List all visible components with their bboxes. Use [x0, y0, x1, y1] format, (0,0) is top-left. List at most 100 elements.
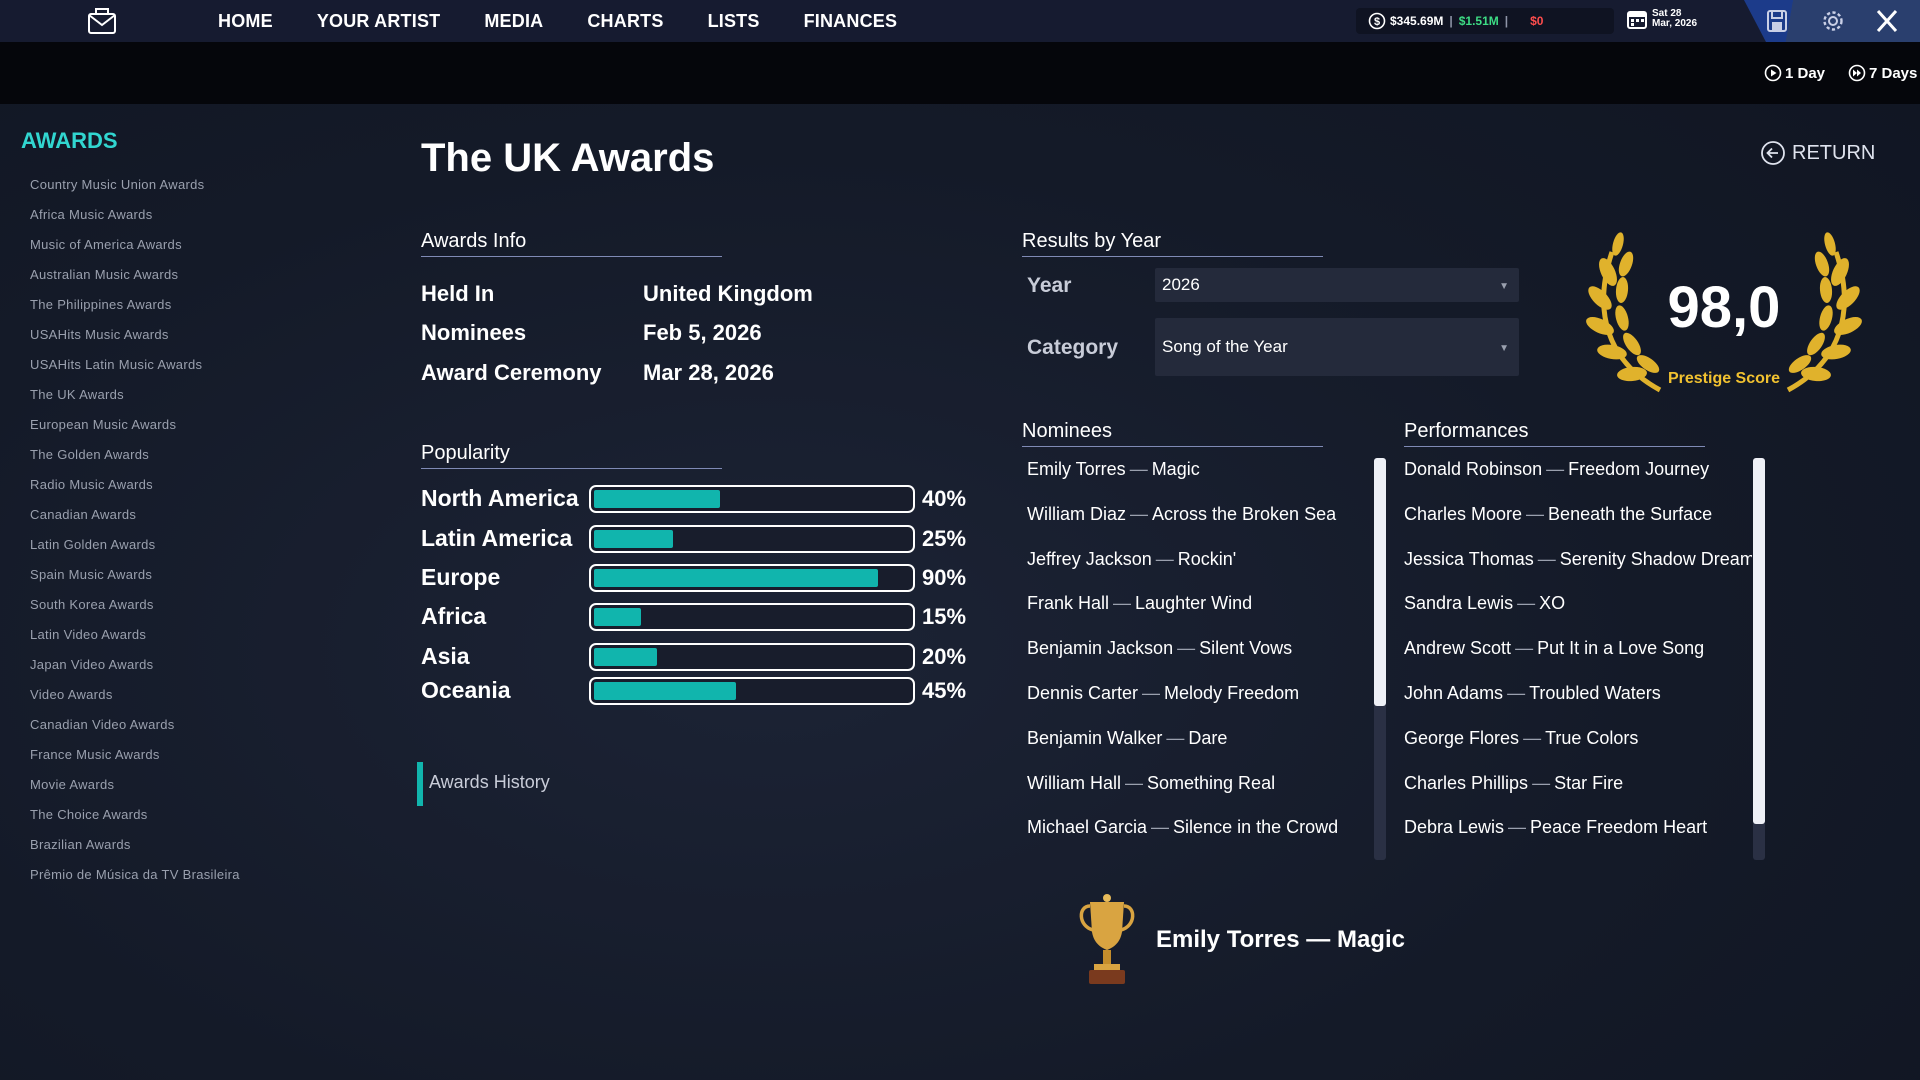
fast-forward-icon [1848, 64, 1866, 82]
separator-dash: — [1526, 503, 1545, 524]
list-item[interactable]: Benjamin Jackson — Silent Vows [1027, 637, 1367, 682]
separator-dash: — [1130, 503, 1148, 524]
chevron-down-icon: ▼ [1499, 281, 1509, 292]
year-value: 2026 [1162, 275, 1200, 294]
list-item[interactable]: William Diaz — Across the Broken Sea [1027, 503, 1367, 548]
sidebar-item[interactable]: Latin Video Awards [30, 626, 240, 656]
sidebar-item[interactable]: The Choice Awards [30, 806, 240, 836]
return-label: RETURN [1792, 141, 1876, 164]
list-item[interactable]: Frank Hall — Laughter Wind [1027, 592, 1367, 637]
sidebar-item[interactable]: USAHits Latin Music Awards [30, 356, 240, 386]
list-item[interactable]: Charles Moore — Beneath the Surface [1404, 503, 1752, 548]
sidebar-item[interactable]: Spain Music Awards [30, 566, 240, 596]
save-icon[interactable] [1764, 9, 1790, 33]
list-item[interactable]: Andrew Scott — Put It in a Love Song [1404, 637, 1752, 682]
return-button[interactable]: RETURN [1760, 140, 1875, 166]
list-item[interactable]: Jeffrey Jackson — Rockin' [1027, 548, 1367, 593]
list-item[interactable]: William Hall — Something Real [1027, 772, 1367, 817]
finance-stats[interactable]: $ $345.69M | $1.51M | $0 [1356, 8, 1614, 34]
sidebar-item[interactable]: Video Awards [30, 686, 240, 716]
list-item[interactable]: Benjamin Walker — Dare [1027, 727, 1367, 772]
performances-scrollbar[interactable] [1753, 458, 1765, 860]
list-item[interactable]: Emily Torres — Magic [1027, 458, 1367, 503]
nav-lists[interactable]: LISTS [708, 11, 760, 32]
page-title: The UK Awards [421, 136, 715, 180]
list-item[interactable]: Dennis Carter — Melody Freedom [1027, 682, 1367, 727]
close-icon[interactable] [1874, 9, 1900, 33]
nominees-date-value: Feb 5, 2026 [643, 320, 762, 345]
return-arrow-icon [1761, 141, 1785, 165]
artist-name: Dennis Carter [1027, 682, 1139, 703]
held-in-value: United Kingdom [643, 281, 813, 306]
sidebar-item[interactable]: Music of America Awards [30, 236, 240, 266]
list-item[interactable]: Sandra Lewis — XO [1404, 592, 1752, 637]
sidebar-item[interactable]: Radio Music Awards [30, 476, 240, 506]
year-select[interactable]: 2026 ▼ [1155, 268, 1519, 302]
sidebar-item[interactable]: Australian Music Awards [30, 266, 240, 296]
sidebar-item[interactable]: European Music Awards [30, 416, 240, 446]
performances-list: Donald Robinson — Freedom Journey Charles M… [1404, 458, 1752, 861]
separator-dash: — [1113, 593, 1132, 614]
list-item[interactable]: Debra Lewis — Peace Freedom Heart [1404, 816, 1752, 861]
nominees-scrollbar[interactable] [1374, 458, 1386, 860]
nav-media[interactable]: MEDIA [484, 11, 543, 32]
artist-name: George Flores [1404, 727, 1520, 748]
separator-dash: — [1177, 638, 1196, 659]
song-title: Magic [1151, 459, 1200, 479]
sidebar-item[interactable]: Prêmio de Música da TV Brasileira [30, 866, 240, 896]
sidebar-item[interactable]: USAHits Music Awards [30, 326, 240, 356]
sidebar-item[interactable]: Movie Awards [30, 776, 240, 806]
mail-icon[interactable] [86, 6, 118, 36]
sidebar-item[interactable]: Latin Golden Awards [30, 536, 240, 566]
stat-separator: | [1449, 14, 1453, 28]
list-item[interactable]: Michael Garcia — Silence in the Crowd [1027, 816, 1367, 861]
popularity-bar [589, 643, 915, 671]
top-bar: HOME YOUR ARTIST MEDIA CHARTS LISTS FINA… [0, 0, 1920, 42]
advance-7-days-button[interactable]: 7 Days [1848, 64, 1917, 82]
winner-banner: Emily Torres — Magic [1072, 892, 1405, 988]
gear-icon[interactable] [1820, 9, 1846, 33]
sidebar-item[interactable]: Country Music Union Awards [30, 176, 240, 206]
list-item[interactable]: Charles Phillips — Star Fire [1404, 772, 1752, 817]
nav-your-artist[interactable]: YOUR ARTIST [317, 11, 441, 32]
category-select[interactable]: Song of the Year ▼ [1155, 318, 1519, 376]
sidebar-item[interactable]: The Golden Awards [30, 446, 240, 476]
sidebar-item[interactable]: The UK Awards [30, 386, 240, 416]
sidebar-item[interactable]: The Philippines Awards [30, 296, 240, 326]
popularity-bar [589, 564, 915, 592]
separator-dash: — [1155, 548, 1174, 569]
song-title: Freedom Journey [1568, 459, 1710, 479]
awards-history-tab[interactable]: Awards History [417, 762, 677, 806]
separator-dash: — [1515, 638, 1534, 659]
sidebar-item[interactable]: Brazilian Awards [30, 836, 240, 866]
window-actions [1744, 0, 1920, 42]
list-item[interactable]: Donald Robinson — Freedom Journey [1404, 458, 1752, 503]
ceremony-date-label: Award Ceremony [421, 360, 602, 385]
sidebar-item[interactable]: France Music Awards [30, 746, 240, 776]
sidebar-item[interactable]: South Korea Awards [30, 596, 240, 626]
artist-name: Charles Moore [1404, 503, 1523, 524]
money-loss: $0 [1530, 14, 1544, 28]
popularity-bar [589, 603, 915, 631]
trophy-icon [1079, 894, 1135, 984]
nav-finances[interactable]: FINANCES [804, 11, 898, 32]
artist-name: Jeffrey Jackson [1027, 548, 1152, 569]
list-item[interactable]: John Adams — Troubled Waters [1404, 682, 1752, 727]
performances-scroll-thumb[interactable] [1753, 458, 1765, 824]
nav-charts[interactable]: CHARTS [587, 11, 663, 32]
sidebar-item[interactable]: Africa Music Awards [30, 206, 240, 236]
nav-home[interactable]: HOME [218, 11, 273, 32]
sidebar-item[interactable]: Canadian Awards [30, 506, 240, 536]
nominees-date-label: Nominees [421, 320, 527, 345]
popularity-bar-fill [594, 569, 879, 587]
artist-name: Jessica Thomas [1404, 548, 1534, 569]
advance-1-day-button[interactable]: 1 Day [1764, 64, 1825, 82]
nominees-scroll-thumb[interactable] [1374, 458, 1386, 706]
separator-dash: — [1151, 817, 1170, 838]
list-item[interactable]: George Flores — True Colors [1404, 727, 1752, 772]
sidebar-item[interactable]: Japan Video Awards [30, 656, 240, 686]
game-date[interactable]: Sat 28 Mar, 2026 [1626, 8, 1697, 30]
list-item[interactable]: Jessica Thomas — Serenity Shadow Dream [1404, 548, 1752, 593]
artist-name: Michael Garcia [1027, 817, 1148, 838]
sidebar-item[interactable]: Canadian Video Awards [30, 716, 240, 746]
